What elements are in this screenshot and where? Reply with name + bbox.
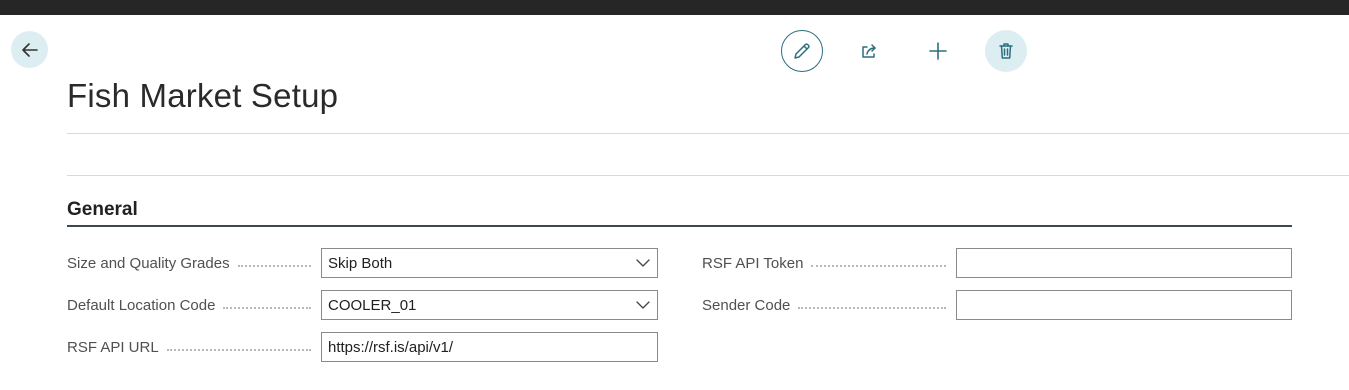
back-button[interactable] [11, 31, 48, 68]
share-icon [862, 44, 876, 58]
share-button[interactable] [848, 30, 890, 72]
new-button[interactable] [917, 30, 959, 72]
divider [67, 175, 1349, 176]
field-label-api-url: RSF API URL [67, 338, 311, 358]
sender-code-input[interactable] [956, 290, 1292, 320]
divider [67, 133, 1349, 134]
plus-icon [929, 42, 947, 60]
edit-button[interactable] [781, 30, 823, 72]
trash-icon [999, 43, 1013, 59]
size-quality-select[interactable]: Skip Both [321, 248, 658, 278]
default-location-select[interactable]: COOLER_01 [321, 290, 658, 320]
field-label-sender-code: Sender Code [702, 296, 946, 316]
api-url-input[interactable]: https://rsf.is/api/v1/ [321, 332, 658, 362]
delete-button[interactable] [985, 30, 1027, 72]
top-bar [0, 0, 1349, 15]
chevron-down-icon [636, 259, 650, 267]
field-label-default-location: Default Location Code [67, 296, 311, 316]
section-underline [67, 225, 1292, 227]
field-label-size-quality: Size and Quality Grades [67, 254, 311, 274]
page-title: Fish Market Setup [67, 77, 339, 114]
section-title-general[interactable]: General [67, 198, 138, 222]
field-label-api-token: RSF API Token [702, 254, 946, 274]
api-token-input[interactable] [956, 248, 1292, 278]
back-arrow-icon [21, 42, 38, 57]
pencil-icon [794, 43, 810, 59]
chevron-down-icon [636, 301, 650, 309]
